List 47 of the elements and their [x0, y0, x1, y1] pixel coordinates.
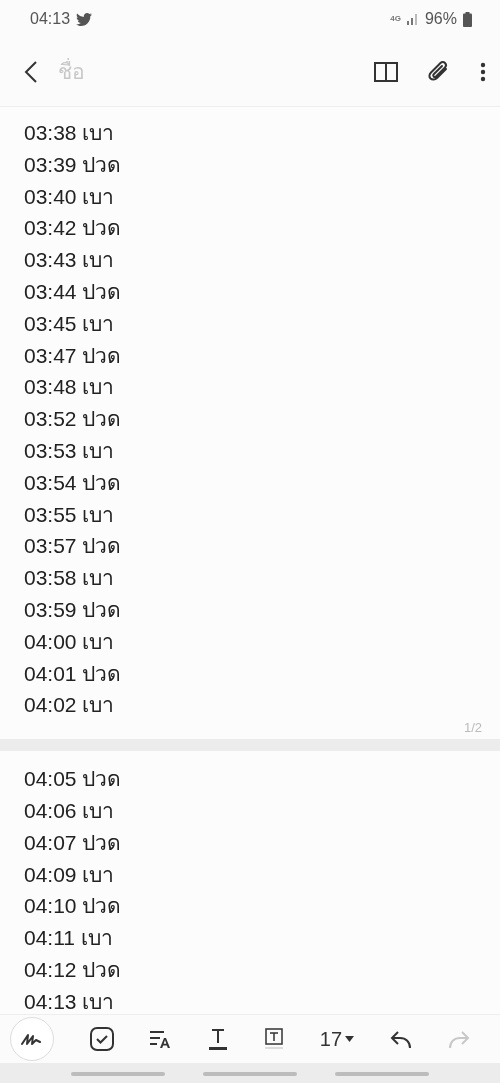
page-number: 1/2 [462, 721, 482, 736]
text-color-icon[interactable] [207, 1028, 228, 1050]
book-icon[interactable] [374, 62, 398, 82]
note-line: 04:07 ปวด [24, 829, 123, 856]
caret-icon [345, 1036, 354, 1042]
status-time: 04:13 [30, 10, 71, 28]
note-line: 04:05 ปวด [24, 766, 123, 793]
signal-icon [406, 13, 419, 25]
note-line: 04:13 เบา [24, 988, 116, 1014]
note-line: 03:59 ปวด [24, 596, 123, 623]
paperclip-icon[interactable] [428, 60, 450, 84]
note-line: 04:09 เบา [24, 861, 116, 888]
note-line: 04:12 ปวด [24, 956, 123, 983]
note-line: 04:02 เบา [24, 692, 116, 719]
note-line: 04:10 ปวด [24, 893, 123, 920]
more-options-icon[interactable] [480, 62, 486, 82]
note-line: 04:01 ปวด [24, 660, 123, 687]
checkbox-icon[interactable] [89, 1027, 114, 1051]
back-icon[interactable] [24, 60, 38, 84]
pen-scribble-icon [21, 1032, 43, 1046]
note-line: 03:54 ปวด [24, 469, 123, 496]
note-line: 03:53 เบา [24, 437, 116, 464]
note-line: 03:48 เบา [24, 374, 116, 401]
note-line: 03:58 เบา [24, 565, 116, 592]
note-line: 03:57 ปวด [24, 533, 123, 560]
note-line: 03:44 ปวด [24, 279, 123, 305]
bird-icon [76, 12, 93, 26]
note-line: 04:00 เบา [24, 628, 116, 655]
handwriting-button[interactable] [10, 1017, 54, 1061]
network-type: 4G [390, 15, 401, 23]
battery-icon [463, 11, 472, 27]
note-line: 03:55 เบา [24, 501, 116, 528]
note-line: 03:45 เบา [24, 310, 116, 337]
note-line: 03:42 ปวด [24, 215, 123, 242]
note-line: 04:06 เบา [24, 797, 116, 824]
battery-percent: 96% [424, 10, 457, 28]
text-highlight-icon[interactable] [263, 1028, 284, 1050]
font-size-dropdown[interactable]: 17 [319, 1027, 354, 1051]
note-line: 03:52 ปวด [24, 406, 123, 433]
note-line: 03:47 ปวด [24, 342, 123, 369]
note-line: 03:39 ปวด [24, 151, 123, 178]
undo-icon[interactable] [389, 1029, 412, 1049]
text-style-icon[interactable] [149, 1029, 172, 1049]
note-line: 03:43 เบา [24, 247, 116, 274]
note-line: 03:40 เบา [24, 183, 116, 210]
note-line: 04:11 เบา [24, 925, 114, 952]
note-line: 03:38 เบา [24, 120, 116, 146]
